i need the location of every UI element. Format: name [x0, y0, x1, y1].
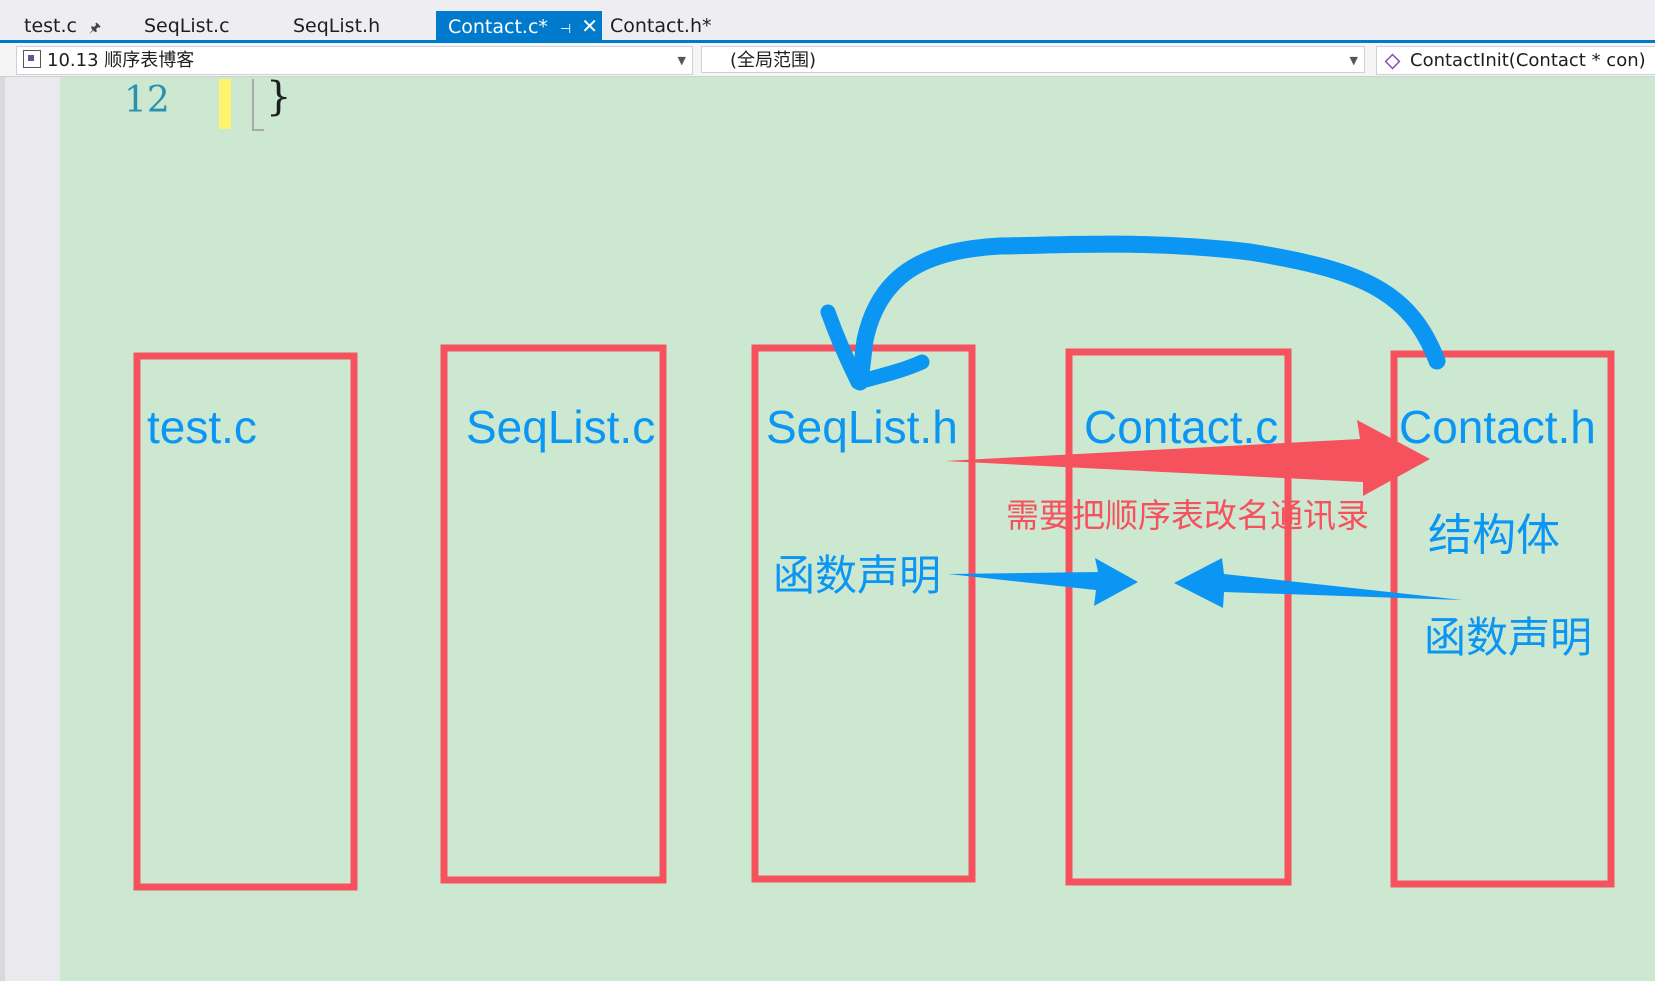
red-note: 需要把顺序表改名通讯录: [1006, 496, 1369, 535]
blue-curve-arrow: [851, 235, 1446, 391]
blue-arrow-right: [1174, 558, 1462, 608]
label-func-decl-right: 函数声明: [1424, 613, 1592, 662]
label-seqlist-c: SeqList.c: [466, 401, 655, 453]
label-test-c: test.c: [147, 401, 257, 453]
label-func-decl-left: 函数声明: [773, 551, 941, 600]
label-seqlist-h: SeqList.h: [766, 401, 958, 453]
label-contact-c: Contact.c: [1084, 401, 1278, 453]
label-struct: 结构体: [1428, 510, 1560, 561]
label-contact-h: Contact.h: [1399, 401, 1596, 453]
blue-arrow-left: [948, 558, 1138, 606]
annotation-overlay: test.c SeqList.c SeqList.h Contact.c Con…: [133, 235, 1615, 891]
